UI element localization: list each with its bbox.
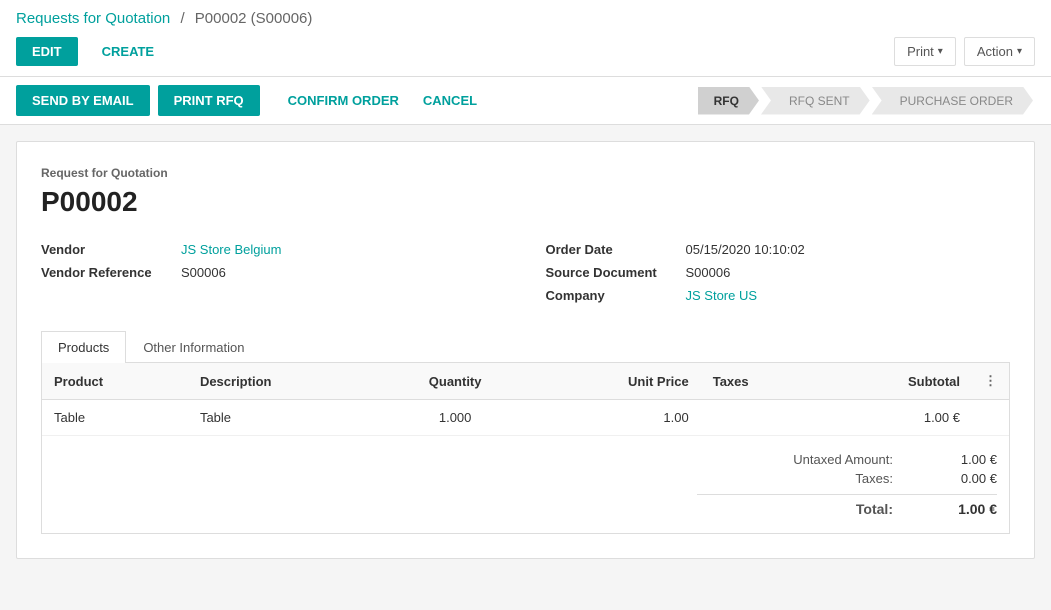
cell-unit-price: 1.00 <box>532 400 701 436</box>
table-row[interactable]: Table Table 1.000 1.00 1.00 € <box>42 400 1009 436</box>
totals-section: Untaxed Amount: 1.00 € Taxes: 0.00 € Tot… <box>42 436 1009 533</box>
doc-number: P00002 <box>41 186 1010 218</box>
table-header-row: Product Description Quantity Unit Price … <box>42 363 1009 400</box>
untaxed-value: 1.00 € <box>917 452 997 467</box>
table-section: Product Description Quantity Unit Price … <box>41 363 1010 534</box>
cell-description: Table <box>188 400 379 436</box>
step-rfq[interactable]: RFQ <box>698 87 759 115</box>
cell-row-options <box>972 400 1009 436</box>
top-bar: Requests for Quotation / P00002 (S00006)… <box>0 0 1051 77</box>
company-row: Company JS Store US <box>546 284 1011 307</box>
action-dropdown-arrow: ▾ <box>1017 46 1022 57</box>
company-label: Company <box>546 288 686 303</box>
fields-grid: Vendor JS Store Belgium Vendor Reference… <box>41 238 1010 307</box>
vendor-ref-row: Vendor Reference S00006 <box>41 261 506 284</box>
vendor-ref-label: Vendor Reference <box>41 265 181 280</box>
vendor-value[interactable]: JS Store Belgium <box>181 242 281 257</box>
step-purchase-order[interactable]: PURCHASE ORDER <box>872 87 1033 115</box>
order-date-label: Order Date <box>546 242 686 257</box>
print-dropdown-arrow: ▾ <box>938 46 943 57</box>
vendor-ref-value: S00006 <box>181 265 226 280</box>
col-quantity: Quantity <box>379 363 532 400</box>
vendor-row: Vendor JS Store Belgium <box>41 238 506 261</box>
products-table: Product Description Quantity Unit Price … <box>42 363 1009 436</box>
action-bar: EDIT CREATE Print ▾ Action ▾ <box>16 37 1035 66</box>
print-button[interactable]: Print ▾ <box>894 37 956 66</box>
taxes-label: Taxes: <box>733 471 893 486</box>
order-date-row: Order Date 05/15/2020 10:10:02 <box>546 238 1011 261</box>
col-subtotal: Subtotal <box>820 363 972 400</box>
col-options[interactable]: ⋮ <box>972 363 1009 400</box>
edit-button[interactable]: EDIT <box>16 37 78 66</box>
fields-left: Vendor JS Store Belgium Vendor Reference… <box>41 238 506 307</box>
doc-label: Request for Quotation <box>41 166 1010 180</box>
workflow-steps: RFQ RFQ SENT PURCHASE ORDER <box>698 87 1035 115</box>
breadcrumb: Requests for Quotation / P00002 (S00006) <box>16 10 1035 27</box>
tab-other-information[interactable]: Other Information <box>126 331 261 363</box>
cell-product: Table <box>42 400 188 436</box>
source-doc-value: S00006 <box>686 265 731 280</box>
confirm-order-button[interactable]: CONFIRM ORDER <box>276 85 411 116</box>
untaxed-label: Untaxed Amount: <box>733 452 893 467</box>
taxes-value: 0.00 € <box>917 471 997 486</box>
breadcrumb-parent[interactable]: Requests for Quotation <box>16 10 170 27</box>
send-by-email-button[interactable]: SEND BY EMAIL <box>16 85 150 116</box>
tab-products[interactable]: Products <box>41 331 126 363</box>
action-label: Action <box>977 44 1013 59</box>
grand-total-row: Total: 1.00 € <box>697 494 997 517</box>
breadcrumb-separator: / <box>180 10 184 27</box>
workflow-bar: SEND BY EMAIL PRINT RFQ CONFIRM ORDER CA… <box>0 77 1051 125</box>
vendor-label: Vendor <box>41 242 181 257</box>
total-label: Total: <box>733 501 893 517</box>
print-label: Print <box>907 44 934 59</box>
step-rfq-sent[interactable]: RFQ SENT <box>761 87 870 115</box>
col-description: Description <box>188 363 379 400</box>
source-doc-label: Source Document <box>546 265 686 280</box>
action-button[interactable]: Action ▾ <box>964 37 1035 66</box>
company-value[interactable]: JS Store US <box>686 288 758 303</box>
print-rfq-button[interactable]: PRINT RFQ <box>158 85 260 116</box>
order-date-value: 05/15/2020 10:10:02 <box>686 242 805 257</box>
breadcrumb-current: P00002 (S00006) <box>195 10 313 27</box>
taxes-row: Taxes: 0.00 € <box>697 471 997 486</box>
cell-quantity: 1.000 <box>379 400 532 436</box>
fields-right: Order Date 05/15/2020 10:10:02 Source Do… <box>546 238 1011 307</box>
cell-subtotal: 1.00 € <box>820 400 972 436</box>
untaxed-amount-row: Untaxed Amount: 1.00 € <box>697 452 997 467</box>
main-content: Request for Quotation P00002 Vendor JS S… <box>16 141 1035 559</box>
create-button[interactable]: CREATE <box>86 37 170 66</box>
col-product: Product <box>42 363 188 400</box>
col-taxes: Taxes <box>701 363 821 400</box>
cell-taxes <box>701 400 821 436</box>
total-value: 1.00 € <box>917 501 997 517</box>
col-unit-price: Unit Price <box>532 363 701 400</box>
tabs: Products Other Information <box>41 331 1010 363</box>
cancel-button[interactable]: CANCEL <box>411 85 489 116</box>
source-doc-row: Source Document S00006 <box>546 261 1011 284</box>
